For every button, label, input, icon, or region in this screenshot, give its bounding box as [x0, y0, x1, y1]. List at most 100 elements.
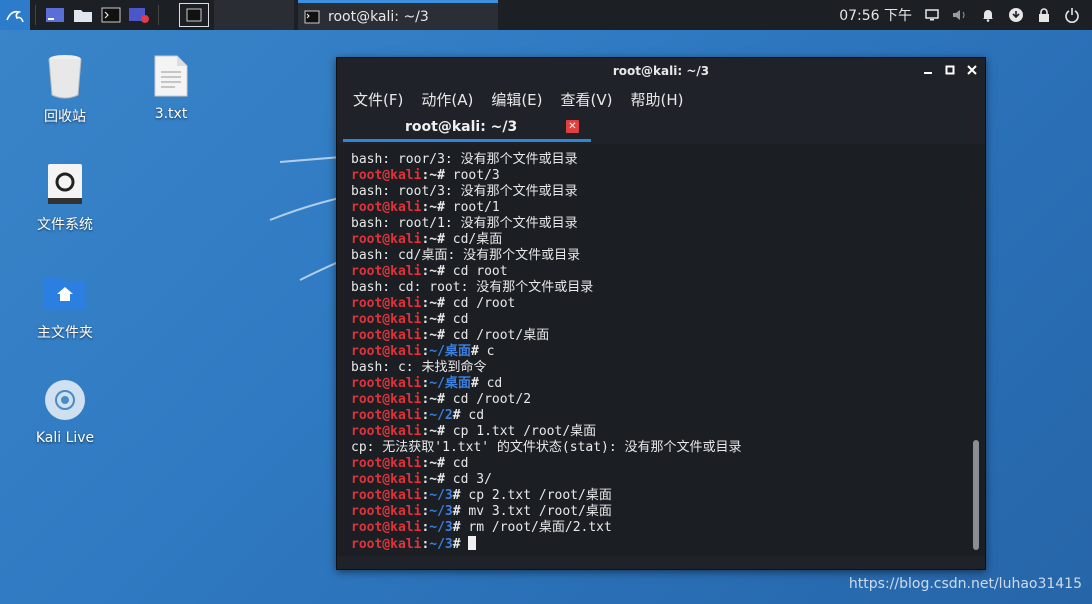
terminal-launcher[interactable] — [97, 0, 125, 30]
prompt-user: root@kali — [351, 232, 422, 247]
power-icon[interactable] — [1064, 7, 1080, 23]
terminal-command-line: root@kali:~/3# rm /root/桌面/2.txt — [351, 520, 612, 535]
menu-edit[interactable]: 编辑(E) — [491, 89, 542, 110]
command-text: cd /root/桌面 — [452, 328, 550, 343]
command-text: cd — [452, 312, 469, 327]
file-manager-launcher[interactable] — [69, 0, 97, 30]
menu-file[interactable]: 文件(F) — [353, 89, 403, 110]
prompt-user: root@kali — [351, 472, 422, 487]
text-cursor — [468, 536, 477, 550]
maximize-icon[interactable] — [945, 64, 955, 76]
prompt-path: ~ — [429, 456, 438, 471]
terminal-command-line: root@kali:~/桌面# cd — [351, 376, 503, 391]
command-text: cd — [486, 376, 503, 391]
terminal-output[interactable]: bash: roor/3: 没有那个文件或目录 root@kali:~# root… — [337, 144, 985, 556]
terminal-command-line: root@kali:~# cd /root/桌面 — [351, 328, 550, 343]
prompt-user: root@kali — [351, 264, 422, 279]
terminal-command-line: root@kali:~# cd — [351, 312, 469, 327]
desktop-icon-kali-live[interactable]: Kali Live — [20, 376, 110, 446]
command-text: cd /root — [452, 296, 516, 311]
terminal-output-line: bash: cd: root: 没有那个文件或目录 — [351, 280, 594, 295]
prompt-user: root@kali — [351, 328, 422, 343]
prompt-user: root@kali — [351, 408, 422, 423]
terminal-icon — [304, 10, 320, 23]
workspace-1[interactable] — [174, 0, 214, 30]
screen-recorder-launcher[interactable] — [125, 0, 153, 30]
terminal-command-line: root@kali:~# root/3 — [351, 168, 500, 183]
prompt-user: root@kali — [351, 537, 422, 552]
command-text: cd /root/2 — [452, 392, 532, 407]
prompt-user: root@kali — [351, 376, 422, 391]
terminal-command-line: root@kali:~# cd /root — [351, 296, 516, 311]
desktop-icon-filesystem[interactable]: 文件系统 — [20, 160, 110, 234]
command-text: root/3 — [452, 168, 500, 183]
minimize-icon[interactable] — [923, 64, 933, 76]
prompt-path: ~/2 — [429, 408, 453, 423]
workspace-2[interactable] — [214, 0, 294, 30]
command-text: mv 3.txt /root/桌面 — [468, 504, 612, 519]
desktop-icon-label: 主文件夹 — [37, 325, 93, 341]
drive-icon — [48, 164, 82, 204]
window-titlebar[interactable]: root@kali: ~/3 — [337, 58, 985, 84]
menu-help[interactable]: 帮助(H) — [630, 89, 683, 110]
prompt-user: root@kali — [351, 520, 422, 535]
desktop-icon — [46, 8, 64, 22]
tab-label: root@kali: ~/3 — [405, 118, 518, 135]
system-tray: 07:56 下午 — [839, 0, 1092, 30]
prompt-user: root@kali — [351, 168, 422, 183]
scrollbar-thumb[interactable] — [973, 440, 979, 550]
taskbar-window-label: root@kali: ~/3 — [328, 8, 429, 25]
prompt-path: ~/3 — [429, 520, 453, 535]
command-text: cd — [468, 408, 485, 423]
prompt-path: ~/桌面 — [429, 344, 471, 359]
taskbar-window-terminal[interactable]: root@kali: ~/3 — [298, 0, 498, 30]
lock-screen-icon[interactable] — [1036, 7, 1052, 23]
clock[interactable]: 07:56 下午 — [839, 5, 912, 25]
prompt-path: ~ — [429, 264, 438, 279]
kali-menu-button[interactable] — [0, 0, 30, 30]
show-desktop-launcher[interactable] — [41, 0, 69, 30]
desktop-icon-trash[interactable]: 回收站 — [20, 52, 110, 126]
menu-view[interactable]: 查看(V) — [561, 89, 613, 110]
disc-icon — [45, 380, 85, 420]
prompt-path: ~ — [429, 296, 438, 311]
terminal-command-line: root@kali:~# cp 1.txt /root/桌面 — [351, 424, 597, 439]
terminal-command-line: root@kali:~# cd/桌面 — [351, 232, 503, 247]
menu-actions[interactable]: 动作(A) — [421, 89, 473, 110]
folder-icon — [74, 10, 92, 22]
terminal-tab[interactable]: root@kali: ~/3 ✕ — [343, 114, 591, 142]
prompt-path: ~/3 — [429, 504, 453, 519]
command-text: c — [486, 344, 495, 359]
update-icon[interactable] — [1008, 7, 1024, 23]
prompt-user: root@kali — [351, 344, 422, 359]
desktop-icon-label: 回收站 — [44, 109, 86, 125]
prompt-path: ~ — [429, 472, 438, 487]
desktop-icon-home[interactable]: 主文件夹 — [20, 268, 110, 342]
desktop-icon-label: Kali Live — [35, 430, 95, 446]
terminal-icon — [101, 7, 121, 23]
tab-close-icon[interactable]: ✕ — [566, 120, 579, 133]
terminal-output-line: cp: 无法获取'1.txt' 的文件状态(stat): 没有那个文件或目录 — [351, 440, 742, 455]
close-icon[interactable] — [967, 64, 977, 76]
desktop-icon-3txt[interactable]: 3.txt — [126, 52, 216, 122]
command-text: cd 3/ — [452, 472, 492, 487]
prompt-path: ~ — [429, 424, 438, 439]
command-text: cp 2.txt /root/桌面 — [468, 488, 612, 503]
menu-bar: 文件(F) 动作(A) 编辑(E) 查看(V) 帮助(H) — [337, 84, 985, 114]
display-icon[interactable] — [924, 7, 940, 23]
trash-icon — [48, 55, 82, 99]
terminal-command-line: root@kali:~/3# — [351, 536, 742, 552]
volume-icon[interactable] — [952, 7, 968, 23]
scrollbar[interactable] — [973, 144, 979, 556]
terminal-window: root@kali: ~/3 文件(F) 动作(A) 编辑(E) 查看(V) 帮… — [336, 57, 986, 570]
terminal-command-line: root@kali:~/3# cp 2.txt /root/桌面 — [351, 488, 612, 503]
notification-bell-icon[interactable] — [980, 7, 996, 23]
text-file-icon — [154, 55, 188, 97]
terminal-output-line: bash: root/3: 没有那个文件或目录 — [351, 184, 578, 199]
prompt-user: root@kali — [351, 296, 422, 311]
prompt-path: ~/3 — [429, 488, 453, 503]
prompt-path: ~ — [429, 232, 438, 247]
prompt-user: root@kali — [351, 200, 422, 215]
tab-bar: root@kali: ~/3 ✕ — [337, 114, 985, 142]
kali-dragon-icon — [6, 10, 24, 23]
